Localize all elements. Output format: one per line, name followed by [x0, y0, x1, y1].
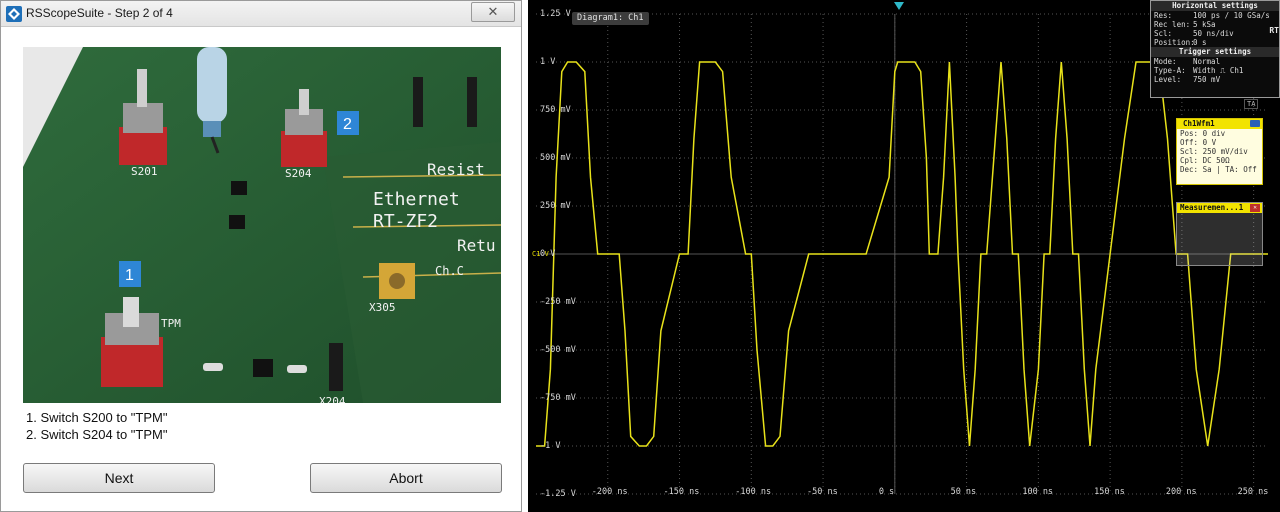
h-scl-value: 50 ns/div: [1193, 29, 1234, 38]
svg-text:1: 1: [125, 267, 134, 284]
label-s204: S204: [285, 167, 312, 180]
ta-marker[interactable]: TA: [1244, 99, 1259, 109]
x-tick-label: 0 s: [878, 487, 895, 497]
t-mode-value: Normal: [1193, 57, 1221, 66]
ch-cpl: Cpl: DC 50Ω: [1180, 156, 1230, 165]
ch-pos: Pos: 0 div: [1180, 129, 1226, 138]
settings-panel[interactable]: Horizontal settings Res: 100 ps / 10 GSa/…: [1150, 0, 1280, 98]
label-resist: Resist: [427, 160, 485, 179]
instruction-2: 2. Switch S204 to "TPM": [26, 427, 168, 442]
oscilloscope-display: Diagram1: Ch1 1.25 V 1 V 750 mV 500 mV 250 m…: [528, 0, 1280, 512]
y-tick-label: 1 V: [540, 57, 556, 67]
next-button[interactable]: Next: [23, 463, 215, 493]
h-scl-key: Scl:: [1154, 29, 1173, 38]
window-title: RSScopeSuite - Step 2 of 4: [26, 6, 173, 20]
h-res-key: Res:: [1154, 11, 1173, 20]
y-tick-label: -1.25 V: [540, 489, 576, 499]
abort-button[interactable]: Abort: [310, 463, 502, 493]
app-icon: [6, 6, 22, 22]
y-tick-label: -500 mV: [540, 345, 576, 355]
t-type-value: Width ⎍ Ch1: [1193, 66, 1244, 75]
trigger-settings-heading: Trigger settings: [1151, 47, 1279, 57]
title-bar[interactable]: RSScopeSuite - Step 2 of 4 ✕: [1, 1, 521, 27]
label-retu: Retu: [457, 236, 496, 255]
y-tick-label: -250 mV: [540, 297, 576, 307]
measurement-close-icon[interactable]: ✕: [1250, 204, 1260, 212]
diagram-tab[interactable]: Diagram1: Ch1: [572, 12, 649, 25]
x-tick-label: -200 ns: [591, 487, 628, 497]
t-mode-key: Mode:: [1154, 57, 1177, 66]
x-tick-label: -150 ns: [663, 487, 700, 497]
trigger-position-icon: [894, 2, 904, 10]
x-tick-label: 100 ns: [1022, 487, 1054, 497]
wizard-dialog: RSScopeSuite - Step 2 of 4 ✕ S201 S204 X…: [0, 0, 522, 512]
h-pos-value: 0 s: [1193, 38, 1207, 47]
instructions: 1. Switch S200 to "TPM" 2. Switch S204 t…: [26, 409, 167, 443]
label-x305: X305: [369, 301, 396, 314]
y-tick-label: 500 mV: [540, 153, 571, 163]
instruction-1: 1. Switch S200 to "TPM": [26, 410, 168, 425]
x-tick-label: 200 ns: [1165, 487, 1197, 497]
x-tick-label: 250 ns: [1237, 487, 1269, 497]
t-level-value: 750 mV: [1193, 75, 1221, 84]
label-chc: Ch.C: [435, 264, 464, 278]
h-reclen-key: Rec len:: [1154, 20, 1191, 29]
ch-dec: Dec: Sa | TA: Off: [1180, 165, 1257, 174]
label-tpm: TPM: [161, 317, 181, 330]
h-res-value: 100 ps / 10 GSa/s: [1193, 11, 1270, 20]
badge-2: 2: [337, 111, 359, 135]
rt-tag: RT: [1269, 26, 1279, 35]
x-tick-label: 150 ns: [1094, 487, 1125, 497]
y-tick-label: 750 mV: [540, 105, 571, 115]
label-rtzf2: RT-ZF2: [373, 211, 438, 232]
x-tick-label: -50 ns: [807, 487, 838, 497]
y-tick-label: -1 V: [540, 441, 561, 451]
y-tick-label: 250 mV: [540, 201, 571, 211]
ch-scl: Scl: 250 mV/div: [1180, 147, 1248, 156]
ch1-marker: C1 V: [532, 250, 549, 258]
measurement-box[interactable]: Measuremen...1 ✕: [1176, 202, 1263, 266]
svg-text:2: 2: [343, 116, 352, 133]
label-x204: X204: [319, 395, 346, 403]
horizontal-settings-heading: Horizontal settings: [1151, 1, 1279, 11]
t-level-key: Level:: [1154, 75, 1182, 84]
label-ethernet: Ethernet: [373, 189, 460, 210]
y-tick-label: -750 mV: [540, 393, 576, 403]
y-tick-label: 1.25 V: [540, 9, 571, 19]
x-tick-label: -100 ns: [735, 487, 772, 497]
h-pos-key: Position:: [1154, 38, 1195, 47]
close-icon: ✕: [487, 4, 499, 19]
x-tick-label: 50 ns: [950, 487, 977, 497]
label-s201: S201: [131, 165, 158, 178]
channel-info-box[interactable]: Ch1Wfm1 Pos: 0 div Off: 0 V Scl: 250 mV/…: [1176, 118, 1263, 185]
h-reclen-value: 5 kSa: [1193, 20, 1216, 29]
badge-1: 1: [119, 261, 141, 287]
channel-menu-icon[interactable]: [1250, 120, 1260, 127]
board-photo: S201 S204 X305 X204 TPM Ch.C Ethernet RT…: [23, 47, 501, 403]
close-button[interactable]: ✕: [471, 2, 515, 22]
t-type-key: Type-A:: [1154, 66, 1186, 75]
ch-off: Off: 0 V: [1180, 138, 1217, 147]
